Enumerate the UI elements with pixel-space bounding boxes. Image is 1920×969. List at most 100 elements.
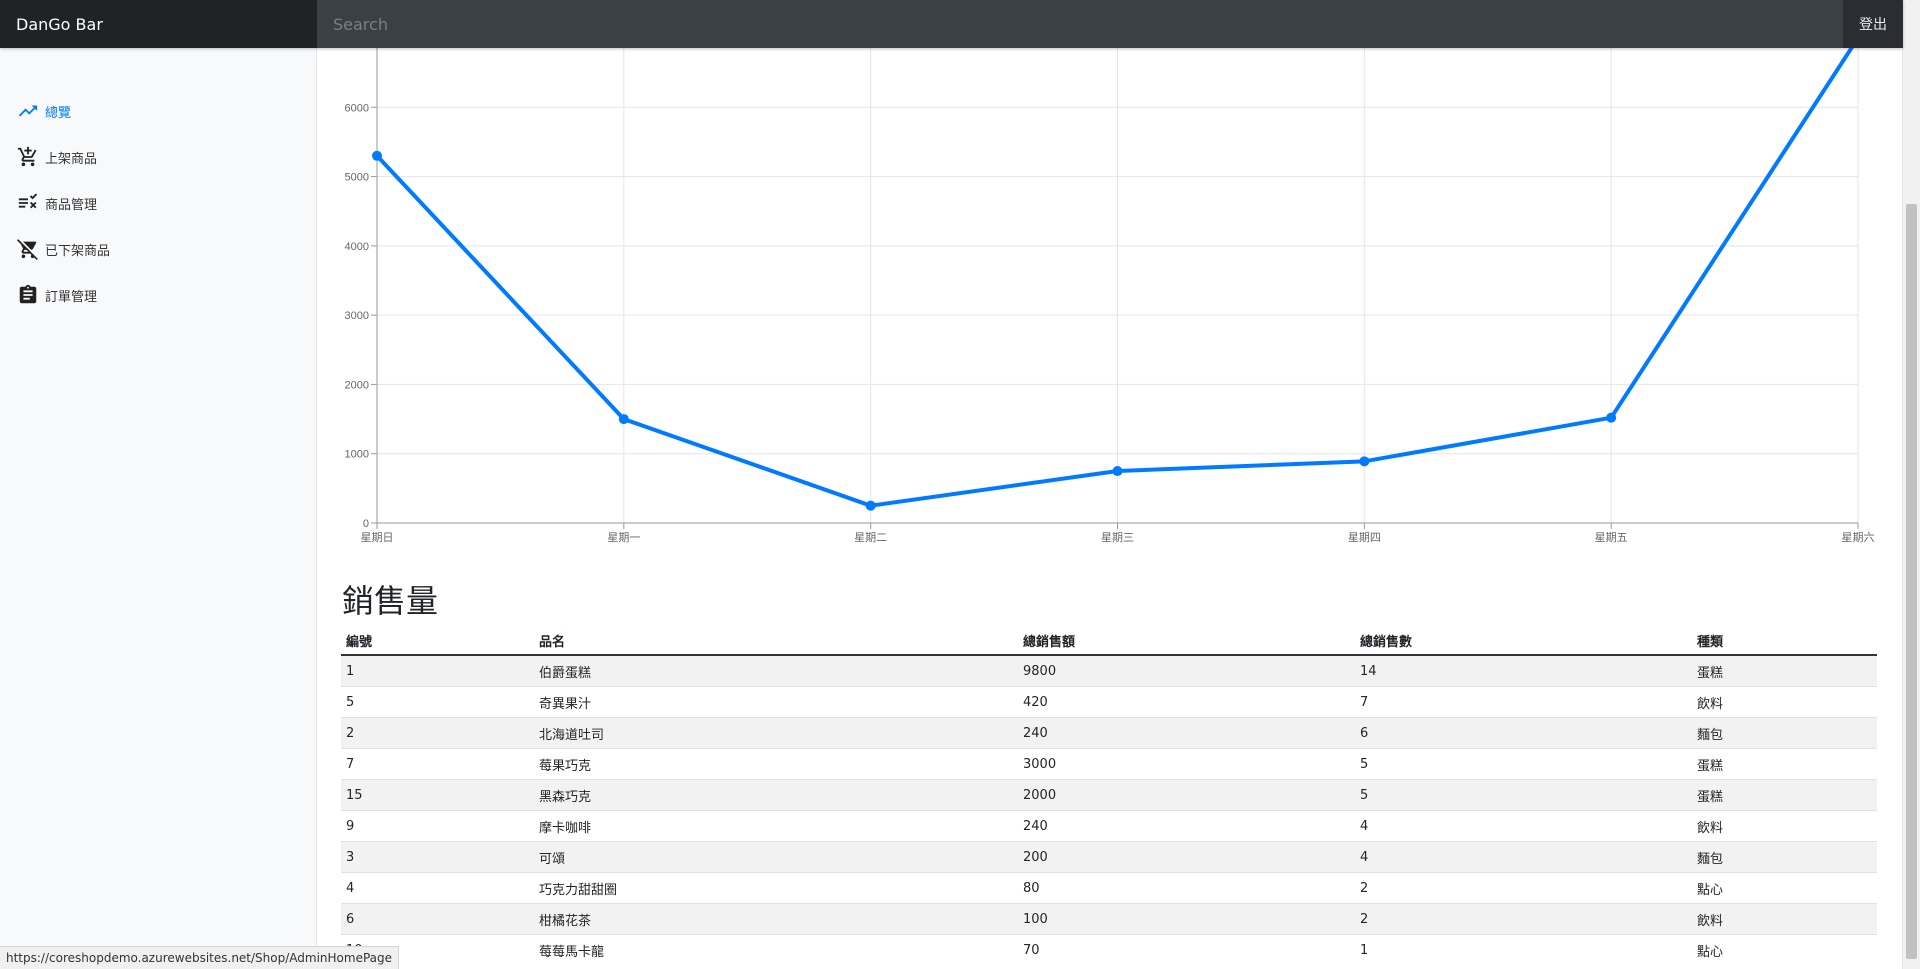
column-header-total-count: 總銷售數 — [1355, 626, 1692, 656]
table-cell: 3 — [341, 841, 534, 873]
table-row: 2 北海道吐司 240 6 麵包 — [341, 717, 1877, 749]
table-cell: 14 — [1355, 654, 1692, 687]
x-tick-label: 星期一 — [607, 531, 640, 544]
page-scrollbar[interactable] — [1902, 0, 1920, 969]
status-bar-url: https://coreshopdemo.azurewebsites.net/S… — [0, 946, 400, 969]
table-cell: 1 — [1355, 934, 1692, 965]
sidebar-item-removed-products[interactable]: 已下架商品 — [0, 214, 316, 260]
sidebar-item-overview[interactable]: 總覽 — [0, 76, 316, 122]
assignment-icon — [19, 284, 37, 304]
main-content: 0 1000 2000 3000 4000 5000 6000 星期日 星期一 星期二 星期三 星期四… — [317, 48, 1903, 969]
table-cell: 點心 — [1692, 872, 1877, 904]
table-row: 3 可頌 200 4 麵包 — [341, 841, 1877, 873]
y-tick-label: 4000 — [345, 241, 369, 253]
table-cell: 240 — [1018, 717, 1355, 749]
table-cell: 2 — [341, 717, 534, 749]
table-cell: 莓果巧克 — [534, 748, 1018, 780]
table-cell: 4 — [341, 872, 534, 904]
logout-link[interactable]: 登出 — [1843, 0, 1903, 48]
column-header-category: 種類 — [1692, 626, 1877, 656]
data-point — [1112, 466, 1123, 477]
table-cell: 2 — [1355, 903, 1692, 935]
table-cell: 蛋糕 — [1692, 779, 1877, 811]
table-cell: 2000 — [1018, 779, 1355, 811]
table-cell: 3000 — [1018, 748, 1355, 780]
table-cell: 蛋糕 — [1692, 748, 1877, 780]
table-cell: 麵包 — [1692, 841, 1877, 873]
table-cell: 5 — [341, 686, 534, 718]
x-tick-label: 星期三 — [1101, 531, 1134, 544]
table-cell: 420 — [1018, 686, 1355, 718]
table-cell: 黑森巧克 — [534, 779, 1018, 811]
table-row: 10莓莓馬卡龍701點心 — [341, 934, 1877, 965]
playlist-remove-icon — [18, 193, 38, 209]
table-cell: 柑橘花茶 — [534, 903, 1018, 935]
x-tick-label: 星期六 — [1842, 531, 1875, 544]
table-header-row: 編號 品名 總銷售額 總銷售數 種類 — [341, 626, 1877, 656]
sidebar-item-add-product[interactable]: 上架商品 — [0, 122, 316, 168]
table-row: 4 巧克力甜甜圈 80 2 點心 — [341, 872, 1877, 904]
table-cell: 摩卡咖啡 — [534, 810, 1018, 842]
y-tick-label: 2000 — [345, 379, 369, 391]
table-cell: 4 — [1355, 841, 1692, 873]
sidebar: 總覽 上架商品 商品管理 已下架商品 訂單管理 — [0, 48, 317, 969]
table-cell: 6 — [341, 903, 534, 935]
table-row: 7 莓果巧克 3000 5 蛋糕 — [341, 748, 1877, 780]
y-tick-label: 6000 — [345, 102, 369, 114]
column-header-id: 編號 — [341, 626, 534, 656]
x-tick-label: 星期日 — [361, 531, 394, 544]
table-cell: 麵包 — [1692, 717, 1877, 749]
x-tick-label: 星期二 — [854, 531, 887, 544]
sales-table-body: 1 伯爵蛋糕 9800 14 蛋糕 5 奇異果汁 420 7 飲料 2 北海道吐司 240 6 麵包 7 莓果巧… — [341, 654, 1877, 965]
page-title: 銷售量 — [342, 582, 439, 620]
remove-shopping-cart-icon — [17, 239, 38, 260]
table-cell: 5 — [1355, 779, 1692, 811]
table-cell: 飲料 — [1692, 686, 1877, 718]
add-shopping-cart-icon — [17, 146, 37, 167]
sidebar-item-product-management[interactable]: 商品管理 — [0, 168, 316, 214]
data-point — [865, 500, 876, 511]
table-cell: 莓莓馬卡龍 — [534, 934, 1018, 965]
table-row: 9 摩卡咖啡 240 4 飲料 — [341, 810, 1877, 842]
table-cell: 15 — [341, 779, 534, 811]
table-cell: 200 — [1018, 841, 1355, 873]
y-tick-label: 3000 — [345, 310, 369, 322]
table-cell: 2 — [1355, 872, 1692, 904]
table-cell: 奇異果汁 — [534, 686, 1018, 718]
table-cell: 100 — [1018, 903, 1355, 935]
data-point — [618, 414, 629, 425]
table-cell: 蛋糕 — [1692, 654, 1877, 687]
column-header-total-amount: 總銷售額 — [1018, 626, 1355, 656]
table-cell: 7 — [341, 748, 534, 780]
table-cell: 6 — [1355, 717, 1692, 749]
brand-logo-link[interactable]: DanGo Bar — [0, 0, 317, 48]
table-cell: 9 — [341, 810, 534, 842]
data-point — [372, 150, 382, 161]
sidebar-item-label: 商品管理 — [45, 198, 98, 213]
table-row: 6 柑橘花茶 100 2 飲料 — [341, 903, 1877, 935]
sidebar-item-label: 已下架商品 — [45, 244, 111, 259]
y-tick-label: 0 — [363, 518, 369, 530]
table-cell: 9800 — [1018, 654, 1355, 687]
sidebar-item-order-management[interactable]: 訂單管理 — [0, 260, 316, 306]
line-chart: 0 1000 2000 3000 4000 5000 6000 星期日 星期一 星期二 星期三 星期四… — [345, 48, 1875, 544]
top-navbar: DanGo Bar 登出 — [0, 0, 1903, 48]
sales-table: 編號 品名 總銷售額 總銷售數 種類 1 伯爵蛋糕 9800 14 蛋糕 5 奇異果汁 420… — [341, 626, 1877, 965]
sidebar-item-label: 總覽 — [45, 106, 72, 121]
table-cell: 飲料 — [1692, 810, 1877, 842]
sidebar-nav: 總覽 上架商品 商品管理 已下架商品 訂單管理 — [0, 48, 316, 306]
table-row: 1 伯爵蛋糕 9800 14 蛋糕 — [341, 654, 1877, 687]
table-cell: 可頌 — [534, 841, 1018, 873]
table-cell: 點心 — [1692, 934, 1877, 965]
sidebar-item-label: 上架商品 — [45, 152, 98, 167]
scrollbar-thumb[interactable] — [1906, 204, 1917, 959]
table-cell: 7 — [1355, 686, 1692, 718]
table-cell: 巧克力甜甜圈 — [534, 872, 1018, 904]
table-cell: 240 — [1018, 810, 1355, 842]
search-input[interactable] — [317, 0, 1843, 48]
weekly-sales-chart: 0 1000 2000 3000 4000 5000 6000 星期日 星期一 星期二 星期三 星期四… — [317, 48, 1903, 600]
table-cell: 飲料 — [1692, 903, 1877, 935]
table-row: 15 黑森巧克 2000 5 蛋糕 — [341, 779, 1877, 811]
y-tick-label: 1000 — [345, 449, 369, 461]
data-point — [1606, 412, 1617, 423]
